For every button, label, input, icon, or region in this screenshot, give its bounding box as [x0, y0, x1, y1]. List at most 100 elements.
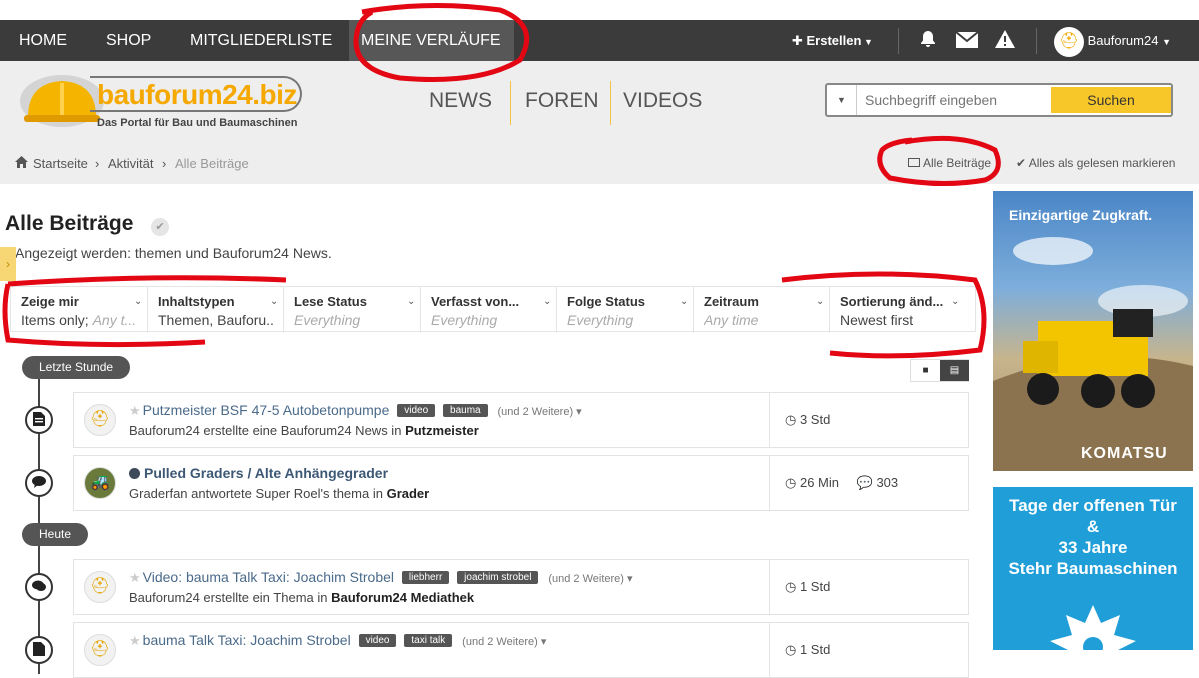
chevron-down-icon: ⌄ [816, 296, 825, 307]
time-ago: 26 Min [799, 475, 839, 490]
plus-icon: ✚ [792, 33, 807, 48]
nav-my-history[interactable]: MEINE VERLÄUFE ▼ [349, 20, 514, 89]
item-title-text[interactable]: bauma Talk Taxi: Joachim Strobel [143, 632, 351, 648]
filter-read-status[interactable]: Lese Status Everything ⌄ [284, 287, 421, 333]
stream-item[interactable]: ⛑ ★ Putzmeister BSF 47-5 Autobetonpumpe v… [73, 392, 969, 448]
filter-value: Newest first [840, 312, 914, 328]
tag[interactable]: video [397, 404, 436, 417]
filter-bar: Zeige mir Items only; Any t... ⌄ Inhalts… [10, 286, 976, 333]
bell-icon[interactable] [918, 20, 938, 61]
ad-line: 33 Jahre [1058, 538, 1128, 557]
star-icon[interactable]: ★ [129, 403, 141, 418]
stream-item[interactable]: ⛑ ★ bauma Talk Taxi: Joachim Strobel vide… [73, 622, 969, 678]
chevron-down-icon: ⌄ [407, 296, 416, 307]
filter-value: Items only; [21, 312, 89, 328]
breadcrumb-activity[interactable]: Aktivität [108, 156, 154, 171]
star-icon[interactable]: ★ [129, 633, 141, 648]
avatar[interactable]: ⛑ [84, 571, 116, 603]
chevron-down-icon: ⌄ [543, 296, 552, 307]
search-scope-dropdown[interactable]: ▼ [827, 85, 857, 115]
starburst-icon [1050, 605, 1136, 650]
breadcrumb: Startseite › Aktivität › Alle Beiträge A… [0, 141, 1199, 184]
comment-count-icon: 💬 [856, 475, 873, 490]
nav-my-history-label: MEINE VERLÄUFE [361, 32, 501, 49]
ad-text: Tage der offenen Tür & 33 Jahre Stehr Ba… [993, 495, 1193, 579]
user-name: Bauforum24 [1087, 33, 1159, 48]
search-button[interactable]: Suchen [1051, 87, 1171, 113]
nav-shop[interactable]: SHOP [106, 20, 151, 61]
tag[interactable]: video [358, 634, 397, 647]
envelope-icon[interactable] [955, 20, 979, 61]
stream-item-meta: Bauforum24 erstellte ein Thema in Baufor… [129, 590, 474, 605]
search-input[interactable] [859, 85, 1049, 115]
tag[interactable]: taxi talk [404, 634, 453, 647]
more-tags-label: (und 2 Weitere) [462, 636, 538, 648]
filter-content-types[interactable]: Inhaltstypen Themen, Bauforu.. ⌄ [148, 287, 284, 333]
item-title-text[interactable]: Pulled Graders / Alte Anhängegrader [144, 465, 388, 481]
sidebar-toggle[interactable]: › [0, 247, 16, 281]
avatar[interactable]: ⛑ [84, 404, 116, 436]
stream-item-title[interactable]: ★ Video: bauma Talk Taxi: Joachim Strobel… [129, 569, 633, 586]
stream-item-title[interactable]: Pulled Graders / Alte Anhängegrader [129, 465, 388, 481]
condensed-view-button[interactable]: ■ [911, 360, 940, 381]
time-ago: 3 Std [799, 412, 831, 427]
caret-down-icon: ▼ [1162, 37, 1171, 47]
user-menu[interactable]: ⛑ Bauforum24 ▼ [1054, 20, 1171, 61]
stream-item-stats: ◷ 26 Min 💬 303 [769, 456, 898, 510]
filter-label: Zeitraum [704, 294, 759, 309]
avatar[interactable]: ⛑ [84, 634, 116, 666]
komatsu-ad-banner[interactable]: Einzigartige Zugkraft. KOMATSU [993, 191, 1193, 471]
check-icon[interactable]: ✔ [151, 218, 169, 236]
activity-text: Bauforum24 erstellte eine Bauforum24 New… [129, 423, 402, 438]
all-posts-link[interactable]: Alle Beiträge [908, 156, 991, 170]
expanded-view-button[interactable]: ▤ [940, 360, 969, 381]
filter-label: Lese Status [294, 294, 367, 309]
filter-value-muted: Any time [704, 312, 759, 328]
create-button[interactable]: ✚ Erstellen ▼ [792, 20, 873, 61]
nav-members[interactable]: MITGLIEDERLISTE [190, 20, 332, 61]
container-link[interactable]: Grader [387, 486, 430, 501]
filter-author[interactable]: Verfasst von... Everything ⌄ [421, 287, 557, 333]
unread-dot-icon [129, 468, 140, 479]
item-title-text[interactable]: Video: bauma Talk Taxi: Joachim Strobel [143, 569, 394, 585]
more-tags[interactable]: (und 2 Weitere) ▾ [548, 573, 632, 585]
stream-item-title[interactable]: ★ Putzmeister BSF 47-5 Autobetonpumpe vid… [129, 402, 582, 419]
breadcrumb-home[interactable]: Startseite [33, 156, 88, 171]
star-icon[interactable]: ★ [129, 570, 141, 585]
filter-timeframe[interactable]: Zeitraum Any time ⌄ [694, 287, 830, 333]
stream-item[interactable]: 🚜 Pulled Graders / Alte Anhängegrader Gr… [73, 455, 969, 511]
ad-line: Tage der offenen Tür [1009, 496, 1177, 515]
ad-line: & [1086, 517, 1100, 536]
avatar: ⛑ [1054, 26, 1084, 57]
filter-follow-status[interactable]: Folge Status Everything ⌄ [557, 287, 694, 333]
mark-all-read-link[interactable]: ✔ Alles als gelesen markieren [1016, 156, 1175, 170]
period-label-last-hour: Letzte Stunde [22, 356, 131, 379]
check-icon: ✔ [1016, 156, 1029, 170]
chevron-down-icon: ⌄ [134, 296, 143, 307]
tag[interactable]: joachim strobel [457, 571, 539, 584]
document-icon [25, 406, 53, 434]
ad-line: Stehr Baumaschinen [1008, 559, 1178, 578]
container-link[interactable]: Bauforum24 Mediathek [331, 590, 474, 605]
more-tags[interactable]: (und 2 Weitere) ▾ [498, 406, 582, 418]
warning-icon[interactable] [995, 20, 1015, 61]
avatar[interactable]: 🚜 [84, 467, 116, 499]
tag[interactable]: bauma [443, 404, 488, 417]
main-nav-videos[interactable]: VIDEOS [623, 89, 702, 113]
top-navbar: HOME SHOP MITGLIEDERLISTE MEINE VERLÄUFE… [0, 20, 1199, 89]
mark-all-read-label: Alles als gelesen markieren [1028, 156, 1176, 170]
item-title-text[interactable]: Putzmeister BSF 47-5 Autobetonpumpe [143, 402, 390, 418]
stehr-ad-banner[interactable]: Tage der offenen Tür & 33 Jahre Stehr Ba… [993, 487, 1193, 650]
stream-item[interactable]: ⛑ ★ Video: bauma Talk Taxi: Joachim Strob… [73, 559, 969, 615]
filter-sort[interactable]: Sortierung änd... Newest first ⌄ [830, 287, 975, 333]
stream-item-title[interactable]: ★ bauma Talk Taxi: Joachim Strobel video … [129, 632, 546, 649]
main-nav-news[interactable]: NEWS [429, 89, 492, 113]
nav-home[interactable]: HOME [19, 20, 67, 61]
tag[interactable]: liebherr [401, 571, 450, 584]
container-link[interactable]: Putzmeister [405, 423, 479, 438]
filter-value-muted: Everything [567, 312, 634, 328]
more-tags[interactable]: (und 2 Weitere) ▾ [462, 636, 546, 648]
filter-show-me[interactable]: Zeige mir Items only; Any t... ⌄ [11, 287, 148, 333]
main-nav-forums[interactable]: FOREN [525, 89, 599, 113]
chevron-right-icon: › [95, 156, 100, 171]
